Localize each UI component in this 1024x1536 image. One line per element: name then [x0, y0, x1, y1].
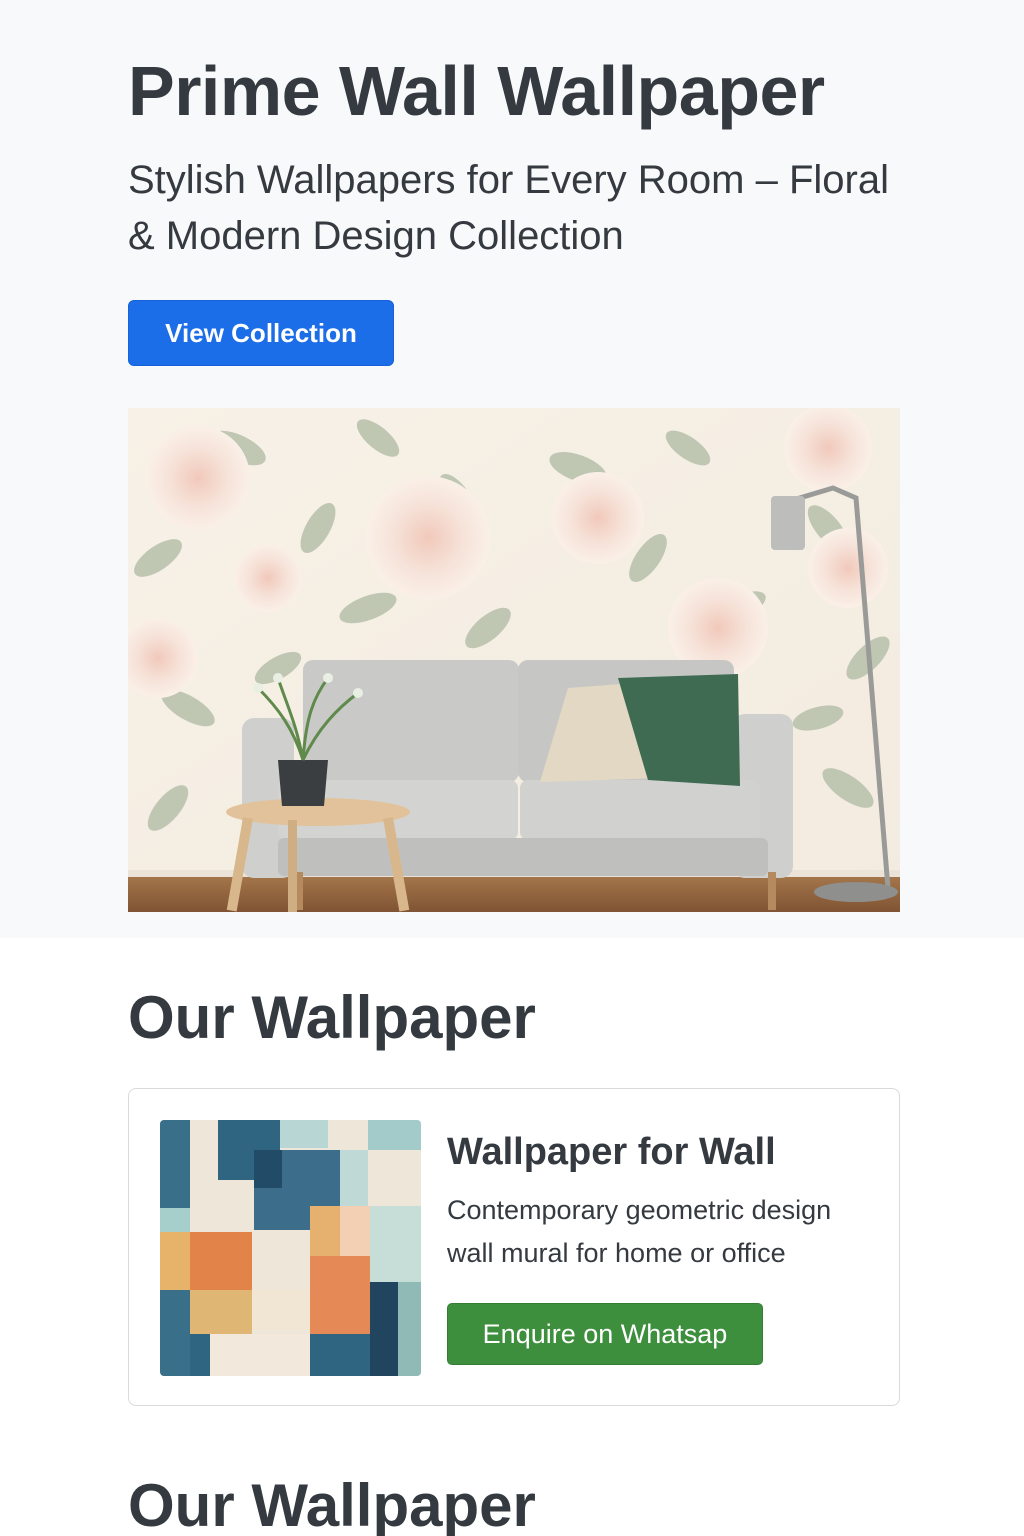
wallpaper-section: Our Wallpaper Wallpaper for Wall Contemp… — [0, 938, 1024, 1406]
page-title: Prime Wall Wallpaper — [128, 52, 825, 130]
hero-room-image — [128, 408, 900, 912]
wallpaper-card: Wallpaper for Wall Contemporary geometri… — [128, 1088, 900, 1406]
wallpaper-section-2: Our Wallpaper — [0, 1406, 1024, 1536]
card-description: Contemporary geometric design wall mural… — [447, 1195, 832, 1268]
section-title: Our Wallpaper — [128, 984, 536, 1051]
wallpaper-section-container: Our Wallpaper Wallpaper for Wall Contemp… — [128, 982, 900, 1406]
enquire-whatsapp-button[interactable]: Enquire on Whatsap — [447, 1303, 763, 1365]
view-collection-button[interactable]: View Collection — [128, 300, 394, 366]
wallpaper-section-2-container: Our Wallpaper — [128, 1470, 900, 1536]
hero-container: Prime Wall Wallpaper Stylish Wallpapers … — [128, 52, 900, 912]
card-title: Wallpaper for Wall — [447, 1131, 776, 1173]
section-title-2: Our Wallpaper — [128, 1472, 536, 1536]
hero-subtitle: Stylish Wallpapers for Every Room – Flor… — [128, 158, 889, 258]
hero-section: Prime Wall Wallpaper Stylish Wallpapers … — [0, 0, 1024, 938]
geometric-wallpaper-thumbnail — [160, 1120, 421, 1376]
wallpaper-card-body: Wallpaper for Wall Contemporary geometri… — [447, 1129, 877, 1365]
